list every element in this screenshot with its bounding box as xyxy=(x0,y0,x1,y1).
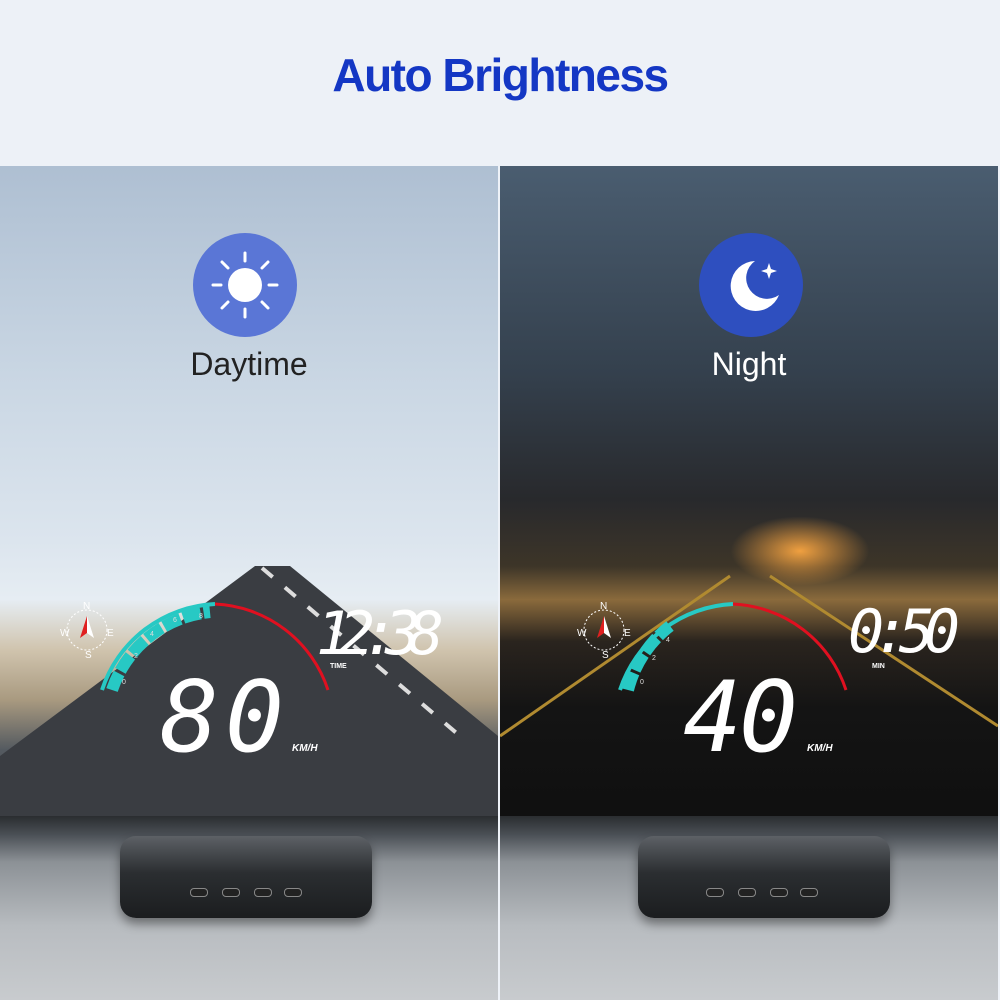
hud-device xyxy=(638,836,890,918)
svg-text:0: 0 xyxy=(122,679,126,686)
device-button[interactable] xyxy=(254,888,272,897)
sun-icon xyxy=(193,233,297,337)
dashboard xyxy=(500,816,998,1000)
svg-text:E: E xyxy=(107,628,114,639)
device-button[interactable] xyxy=(738,888,756,897)
mode-label: Daytime xyxy=(190,346,308,382)
daytime-panel: Daytime N E S W 0 2 4 6 8 12:38 TIME 80 KM/H xyxy=(0,166,498,1000)
device-button[interactable] xyxy=(706,888,724,897)
compass-icon: N E S W xyxy=(577,601,631,661)
svg-text:2: 2 xyxy=(652,655,656,662)
svg-text:W: W xyxy=(577,628,587,639)
svg-text:0: 0 xyxy=(640,679,644,686)
hud-display: N E S W 0 2 4 0:50 MIN 40 KM/H xyxy=(577,597,960,775)
device-button[interactable] xyxy=(284,888,302,897)
device-button[interactable] xyxy=(190,888,208,897)
time-readout: 0:50 xyxy=(848,597,960,667)
svg-text:E: E xyxy=(624,628,631,639)
hud-device xyxy=(120,836,372,918)
svg-text:4: 4 xyxy=(150,631,154,638)
device-button[interactable] xyxy=(800,888,818,897)
speed-readout: 80 xyxy=(160,661,284,775)
svg-text:6: 6 xyxy=(173,617,177,624)
page-title: Auto Brightness xyxy=(332,49,669,101)
header: Auto Brightness xyxy=(0,0,1000,166)
svg-text:W: W xyxy=(60,628,70,639)
svg-text:N: N xyxy=(83,601,90,612)
svg-text:4: 4 xyxy=(666,637,670,644)
dashboard xyxy=(0,816,498,1000)
device-button[interactable] xyxy=(770,888,788,897)
time-readout: 12:38 xyxy=(316,599,444,669)
night-panel: Night N E S W 0 2 4 0:50 MIN 40 KM/H xyxy=(500,166,998,1000)
svg-text:S: S xyxy=(602,650,609,661)
mode-label: Night xyxy=(711,346,787,382)
svg-text:MIN: MIN xyxy=(872,663,885,670)
svg-text:KM/H: KM/H xyxy=(807,743,833,754)
compass-icon: N E S W xyxy=(60,601,114,661)
svg-text:TIME: TIME xyxy=(330,663,347,670)
svg-text:8: 8 xyxy=(199,613,203,620)
svg-text:KM/H: KM/H xyxy=(292,743,318,754)
hud-display: N E S W 0 2 4 6 8 12:38 TIME 80 KM/H xyxy=(60,599,444,775)
speed-readout: 40 xyxy=(683,661,798,775)
svg-text:S: S xyxy=(85,650,92,661)
moon-icon xyxy=(699,233,803,337)
device-button[interactable] xyxy=(222,888,240,897)
svg-text:2: 2 xyxy=(134,653,138,660)
svg-text:N: N xyxy=(600,601,607,612)
